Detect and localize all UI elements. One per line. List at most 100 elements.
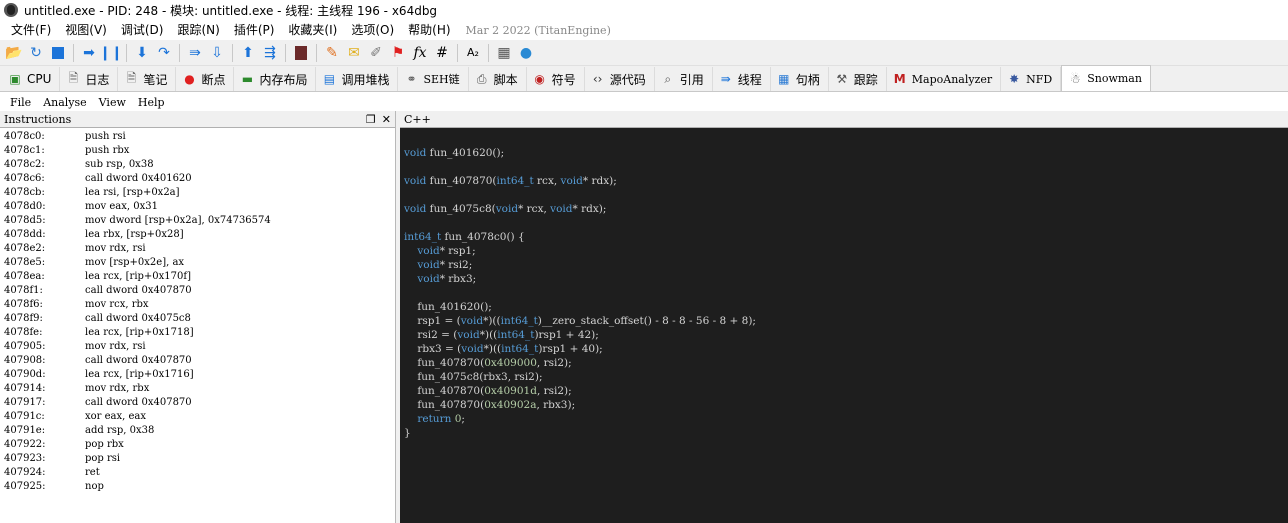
pause-icon[interactable]: ❙❙ [99,43,122,63]
instruction-row[interactable]: 40790d: lea rcx, [rip+0x1716] [4,368,395,382]
menu-help[interactable]: 帮助(H) [401,20,457,40]
tab-seh[interactable]: ⚭ SEH链 [398,67,469,91]
instruction-row[interactable]: 407917: call dword 0x407870 [4,396,395,410]
tab-symbol[interactable]: ◉ 符号 [527,67,585,91]
cpp-code-view[interactable]: void fun_401620();void fun_407870( int64_… [400,128,1288,523]
tab-notes[interactable]: 🗎 笔记 [118,67,177,91]
hash-icon[interactable]: # [432,43,452,63]
instruction-row[interactable]: 40791c: xor eax, eax [4,410,395,424]
toolbar-separator [179,43,180,62]
tab-cpu[interactable]: ▣ CPU [2,67,61,91]
instruction-row[interactable]: 4078d5: mov dword [rsp+0x2a], 0x74736574 [4,214,395,228]
code-line: rsp1 = (void*)((int64_t)__zero_stack_off… [404,314,1288,328]
instructions-list[interactable]: 4078c0: push rsi 4078c1: push rbx 4078c2: sub… [0,128,395,522]
code-line: void fun_4075c8(void* rcx, void* rdx); [404,202,1288,216]
instruction-row[interactable]: 4078f1: call dword 0x407870 [4,284,395,298]
menu-view[interactable]: 视图(V) [58,20,114,40]
tab-trace[interactable]: ⚒ 跟踪 [829,67,887,91]
step-over-icon[interactable]: ↷ [154,43,174,63]
menu-plugins[interactable]: 插件(P) [227,20,282,40]
snowman-menu-help[interactable]: Help [132,96,171,109]
globe-icon[interactable]: ● [516,43,536,63]
instruction-row[interactable]: 4078c2: sub rsp, 0x38 [4,158,395,172]
function-icon[interactable]: fx [410,43,430,63]
menu-debug[interactable]: 调试(D) [114,20,171,40]
comment-icon[interactable]: ✉ [344,43,364,63]
instruction-row[interactable]: 407922: pop rbx [4,438,395,452]
tab-label: 符号 [551,72,576,87]
snowman-panes: Instructions ❐ ✕ 4078c0: push rsi 4078c1: p… [0,111,1288,523]
code-line: int64_t fun_4078c0() { [404,230,1288,244]
tab-log[interactable]: 🗎 日志 [60,67,119,91]
tab-mapo[interactable]: M MapoAnalyzer [887,67,1002,91]
instruction-row[interactable]: 4078f9: call dword 0x4075c8 [4,312,395,326]
close-icon[interactable]: ✕ [382,113,391,126]
menu-options[interactable]: 选项(O) [344,20,401,40]
menu-trace[interactable]: 跟踪(N) [170,20,226,40]
instruction-row[interactable]: 407914: mov rdx, rbx [4,382,395,396]
code-text: rbx3 = ( [404,343,462,355]
run-icon[interactable]: ➡ [79,43,99,63]
snowman-menu-file[interactable]: File [4,96,37,109]
tab-callstack[interactable]: ▤ 调用堆栈 [316,67,399,91]
instruction-row[interactable]: 4078c0: push rsi [4,130,395,144]
label-icon[interactable]: ✐ [366,43,386,63]
tab-nfd[interactable]: ✸ NFD [1001,67,1062,91]
cpp-header: C++ [400,111,1288,128]
instruction-row[interactable]: 407923: pop rsi [4,452,395,466]
trace-over-icon[interactable]: ⇩ [207,43,227,63]
run-to-user-code-icon[interactable]: ⇶ [260,43,280,63]
instruction-row[interactable]: 4078fe: lea rcx, [rip+0x1718] [4,326,395,340]
instruction-row[interactable]: 4078f6: mov rcx, rbx [4,298,395,312]
scylla-icon[interactable] [291,43,311,63]
instruction-row[interactable]: 407905: mov rdx, rsi [4,340,395,354]
patch-icon[interactable]: ✎ [322,43,342,63]
instruction-row[interactable]: 4078e2: mov rdx, rsi [4,242,395,256]
instruction-address: 4078cb: [4,187,45,198]
code-text: *)(( [483,343,502,355]
execute-till-return-icon[interactable]: ⬆ [238,43,258,63]
instruction-row[interactable]: 4078ea: lea rcx, [rip+0x170f] [4,270,395,284]
font-icon[interactable]: A₂ [463,43,483,63]
menu-file[interactable]: 文件(F) [4,20,58,40]
instruction-row[interactable]: 40791e: add rsp, 0x38 [4,424,395,438]
tab-memory[interactable]: ▬ 内存布局 [234,67,317,91]
snowman-menu-analyse[interactable]: Analyse [37,96,92,109]
code-line: void fun_401620(); [404,146,1288,160]
bookmark-icon[interactable]: ⚑ [388,43,408,63]
instruction-address: 407908: [4,355,46,366]
trace-into-icon[interactable]: ⇛ [185,43,205,63]
float-icon[interactable]: ❐ [366,113,376,126]
instruction-row[interactable]: 4078e5: mov [rsp+0x2e], ax [4,256,395,270]
instruction-row[interactable]: 4078c6: call dword 0x401620 [4,172,395,186]
tab-threads[interactable]: ⇛ 线程 [713,67,771,91]
calculator-icon[interactable]: ▦ [494,43,514,63]
tab-breakpoint[interactable]: ● 断点 [176,67,235,91]
restart-icon[interactable]: ↻ [26,43,46,63]
menu-favourites[interactable]: 收藏夹(I) [281,20,344,40]
instruction-row[interactable]: 4078cb: lea rsi, [rsp+0x2a] [4,186,395,200]
tab-handles[interactable]: ▦ 句柄 [771,67,829,91]
snowman-menu-view[interactable]: View [93,96,132,109]
toolbar-separator [285,43,286,62]
instruction-row[interactable]: 4078c1: push rbx [4,144,395,158]
instruction-text: call dword 0x407870 [85,397,192,408]
tab-script[interactable]: ⎙ 脚本 [469,67,527,91]
open-icon[interactable]: 📂 [4,43,24,63]
instruction-row[interactable]: 4078d0: mov eax, 0x31 [4,200,395,214]
instruction-address: 40791e: [4,425,46,436]
code-text: * rdx); [572,203,607,215]
instruction-row[interactable]: 407908: call dword 0x407870 [4,354,395,368]
step-into-icon[interactable]: ⬇ [132,43,152,63]
code-keyword: void [417,273,440,285]
tab-references[interactable]: ⌕ 引用 [655,67,713,91]
instruction-row[interactable]: 407924: ret [4,466,395,480]
code-text: fun_407870( [404,357,485,369]
instruction-row[interactable]: 4078dd: lea rbx, [rsp+0x28] [4,228,395,242]
instruction-row[interactable]: 407925: nop [4,480,395,494]
tab-source[interactable]: ‹› 源代码 [585,67,655,91]
code-text: *)(( [483,315,501,327]
stop-icon[interactable] [48,43,68,63]
tab-snowman[interactable]: ☃ Snowman [1061,65,1151,91]
tab-label: SEH链 [423,73,460,86]
